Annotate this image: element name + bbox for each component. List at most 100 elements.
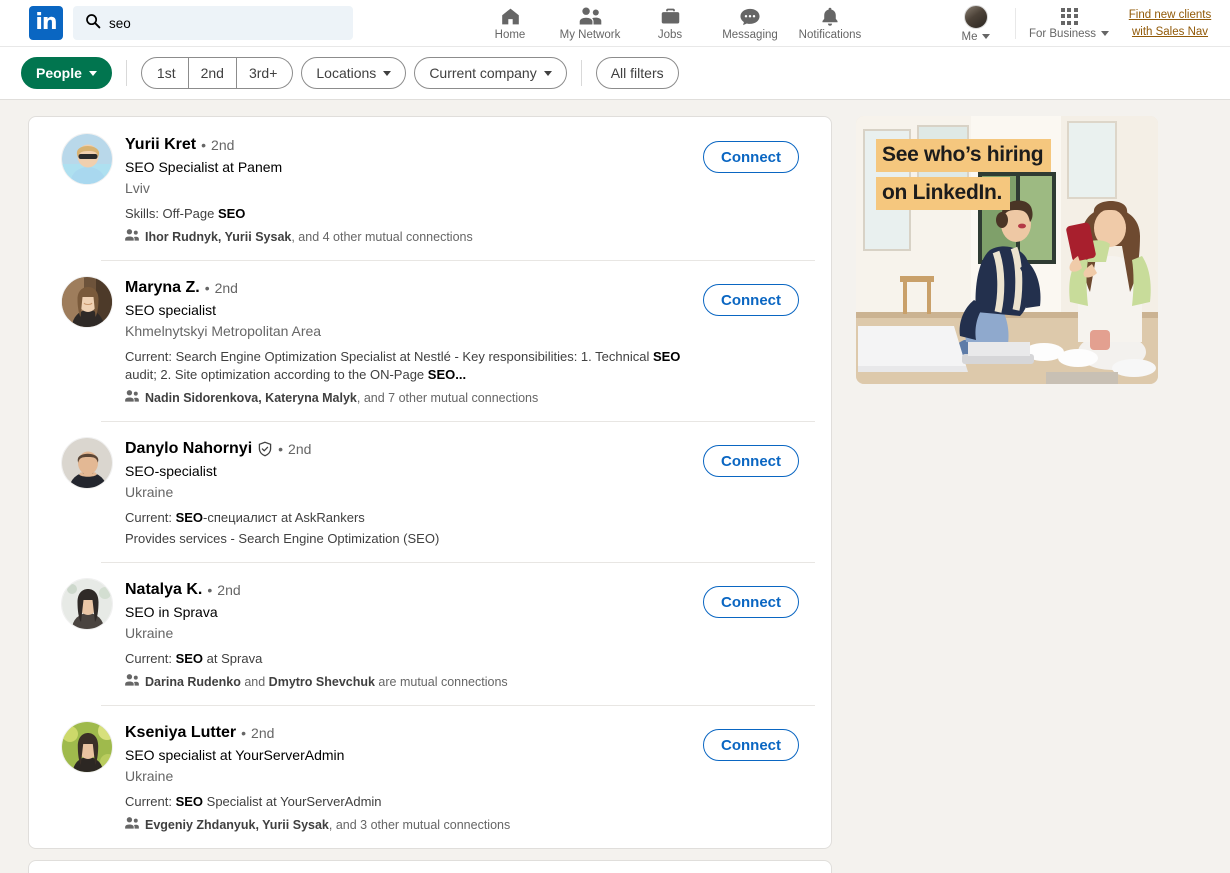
chevron-down-icon [982, 34, 991, 39]
result-snippet: Skills: Off-Page SEO [125, 205, 703, 223]
result-name[interactable]: Yurii Kret [125, 135, 196, 155]
linkedin-logo[interactable]: in [29, 6, 63, 40]
mutual-connections-text: Nadin Sidorenkova, Kateryna Malyk, and 7… [145, 390, 538, 407]
sales-nav-promo-line1: Find new clients [1128, 8, 1212, 21]
result-name[interactable]: Danylo Nahornyi [125, 439, 252, 459]
mutual-joiner: and [240, 675, 269, 689]
sales-nav-promo-line2: with Sales Nav [1131, 25, 1209, 38]
ad-headline-line1: See who’s hiring [876, 139, 1052, 172]
result-location: Khmelnytskyi Metropolitan Area [125, 323, 322, 339]
search-icon [85, 13, 101, 34]
result-list-item[interactable]: Natalya K. • 2nd SEO in Sprava Ukraine C… [45, 562, 815, 705]
mutual-names: Evgeniy Zhdanyuk, Yurii Sysak [145, 818, 329, 832]
nav-item-me[interactable]: Me [941, 0, 1011, 47]
filter-degree-2nd[interactable]: 2nd [188, 57, 237, 89]
result-snippet: Current: SEO-специалист at AskRankers [125, 509, 703, 527]
mutual-name-b: Dmytro Shevchuk [268, 675, 375, 689]
result-name[interactable]: Kseniya Lutter [125, 723, 236, 743]
result-location: Ukraine [125, 625, 174, 641]
search-results-card: Yurii Kret • 2nd SEO Specialist at Panem… [28, 116, 832, 849]
avatar[interactable] [61, 437, 113, 489]
avatar[interactable] [61, 578, 113, 630]
mutual-suffix: , and 7 other mutual connections [356, 391, 539, 405]
sales-nav-promo-link[interactable]: Find new clients with Sales Nav [1118, 0, 1230, 47]
result-name-line: Natalya K. • 2nd [125, 580, 703, 600]
filter-degree-1st[interactable]: 1st [140, 57, 189, 89]
nav-item-notifications[interactable]: Notifications [790, 0, 870, 47]
result-body: Natalya K. • 2nd SEO in Sprava Ukraine C… [125, 578, 703, 691]
result-snippet: Current: SEO at Sprava [125, 650, 703, 668]
connect-button[interactable]: Connect [703, 284, 799, 316]
result-body: Kseniya Lutter • 2nd SEO specialist at Y… [125, 721, 703, 834]
filter-people[interactable]: People [21, 57, 112, 89]
connect-button[interactable]: Connect [703, 141, 799, 173]
global-navigation-bar: in Home My Network Jobs [0, 0, 1230, 47]
result-location: Ukraine [125, 484, 174, 500]
result-headline: SEO specialist [125, 302, 217, 318]
nav-item-home[interactable]: Home [470, 0, 550, 47]
avatar[interactable] [61, 276, 113, 328]
result-headline: SEO specialist at YourServerAdmin [125, 747, 345, 763]
nav-item-my-network-label: My Network [559, 29, 621, 41]
result-list-item[interactable]: Danylo Nahornyi • 2nd SEO-specialist Ukr… [45, 421, 815, 562]
result-list-item[interactable]: Maryna Z. • 2nd SEO specialist Khmelnyts… [45, 260, 815, 421]
search-feedback-card: Are these results helpful? Your feedback… [28, 860, 832, 873]
home-icon [500, 6, 521, 27]
connect-button[interactable]: Connect [703, 729, 799, 761]
snippet-suffix: audit; 2. Site optimization according to… [125, 367, 428, 382]
nav-item-jobs[interactable]: Jobs [630, 0, 710, 47]
filter-locations[interactable]: Locations [301, 57, 407, 89]
result-mutual-connections[interactable]: Nadin Sidorenkova, Kateryna Malyk, and 7… [125, 390, 703, 407]
filter-people-label: People [36, 65, 82, 81]
filter-degree-3rd-plus[interactable]: 3rd+ [236, 57, 294, 89]
avatar[interactable] [61, 133, 113, 185]
name-separator-dot: • [278, 441, 284, 457]
nav-item-my-network[interactable]: My Network [550, 0, 630, 47]
search-box[interactable] [73, 6, 353, 40]
result-body: Yurii Kret • 2nd SEO Specialist at Panem… [125, 133, 703, 246]
result-mutual-connections[interactable]: Ihor Rudnyk, Yurii Sysak, and 4 other mu… [125, 229, 703, 246]
result-name[interactable]: Maryna Z. [125, 278, 200, 298]
filter-separator [125, 60, 127, 86]
result-name[interactable]: Natalya K. [125, 580, 202, 600]
result-action: Connect [703, 437, 815, 548]
name-separator-dot: • [207, 582, 213, 598]
filter-current-company[interactable]: Current company [414, 57, 567, 89]
result-name-line: Maryna Z. • 2nd [125, 278, 703, 298]
result-action: Connect [703, 133, 815, 246]
name-separator-dot: • [241, 725, 247, 741]
snippet-keyword: SEO [175, 651, 204, 666]
result-mutual-connections[interactable]: Evgeniy Zhdanyuk, Yurii Sysak, and 3 oth… [125, 817, 703, 834]
result-degree: 2nd [251, 725, 275, 741]
message-bubble-icon [739, 6, 761, 27]
mutual-name-a: Darina Rudenko [145, 675, 241, 689]
result-mutual-connections[interactable]: Darina Rudenko and Dmytro Shevchuk are m… [125, 674, 703, 691]
search-input[interactable] [109, 15, 345, 31]
filter-separator-2 [580, 60, 582, 86]
avatar[interactable] [61, 721, 113, 773]
result-headline: SEO in Sprava [125, 604, 218, 620]
promoted-ad-card[interactable]: See who’s hiring on LinkedIn. [856, 116, 1158, 384]
connect-button[interactable]: Connect [703, 586, 799, 618]
snippet-prefix: Current: [125, 651, 176, 666]
nav-item-for-business[interactable]: For Business [1020, 0, 1118, 47]
snippet-prefix: Skills: Off-Page [125, 206, 218, 221]
connect-button[interactable]: Connect [703, 445, 799, 477]
nav-item-me-label: Me [961, 30, 978, 43]
filter-all-filters[interactable]: All filters [595, 57, 679, 89]
snippet-suffix: -специалист at AskRankers [203, 510, 365, 525]
nav-right-group: Me For Business Find new clients with Sa… [941, 0, 1230, 47]
result-snippet: Current: SEO Specialist at YourServerAdm… [125, 793, 703, 811]
snippet-prefix: Current: Search Engine Optimization Spec… [125, 349, 653, 364]
chevron-down-icon [383, 70, 392, 76]
chevron-down-icon [1101, 31, 1110, 36]
result-body: Maryna Z. • 2nd SEO specialist Khmelnyts… [125, 276, 703, 407]
name-separator-dot: • [204, 280, 210, 296]
result-body: Danylo Nahornyi • 2nd SEO-specialist Ukr… [125, 437, 703, 548]
result-list-item[interactable]: Yurii Kret • 2nd SEO Specialist at Panem… [45, 117, 815, 260]
result-list-item[interactable]: Kseniya Lutter • 2nd SEO specialist at Y… [45, 705, 815, 848]
nav-links: Home My Network Jobs Messaging Notificat… [470, 0, 870, 47]
nav-item-messaging[interactable]: Messaging [710, 0, 790, 47]
mutual-connections-icon [125, 390, 139, 407]
result-degree: 2nd [217, 582, 241, 598]
